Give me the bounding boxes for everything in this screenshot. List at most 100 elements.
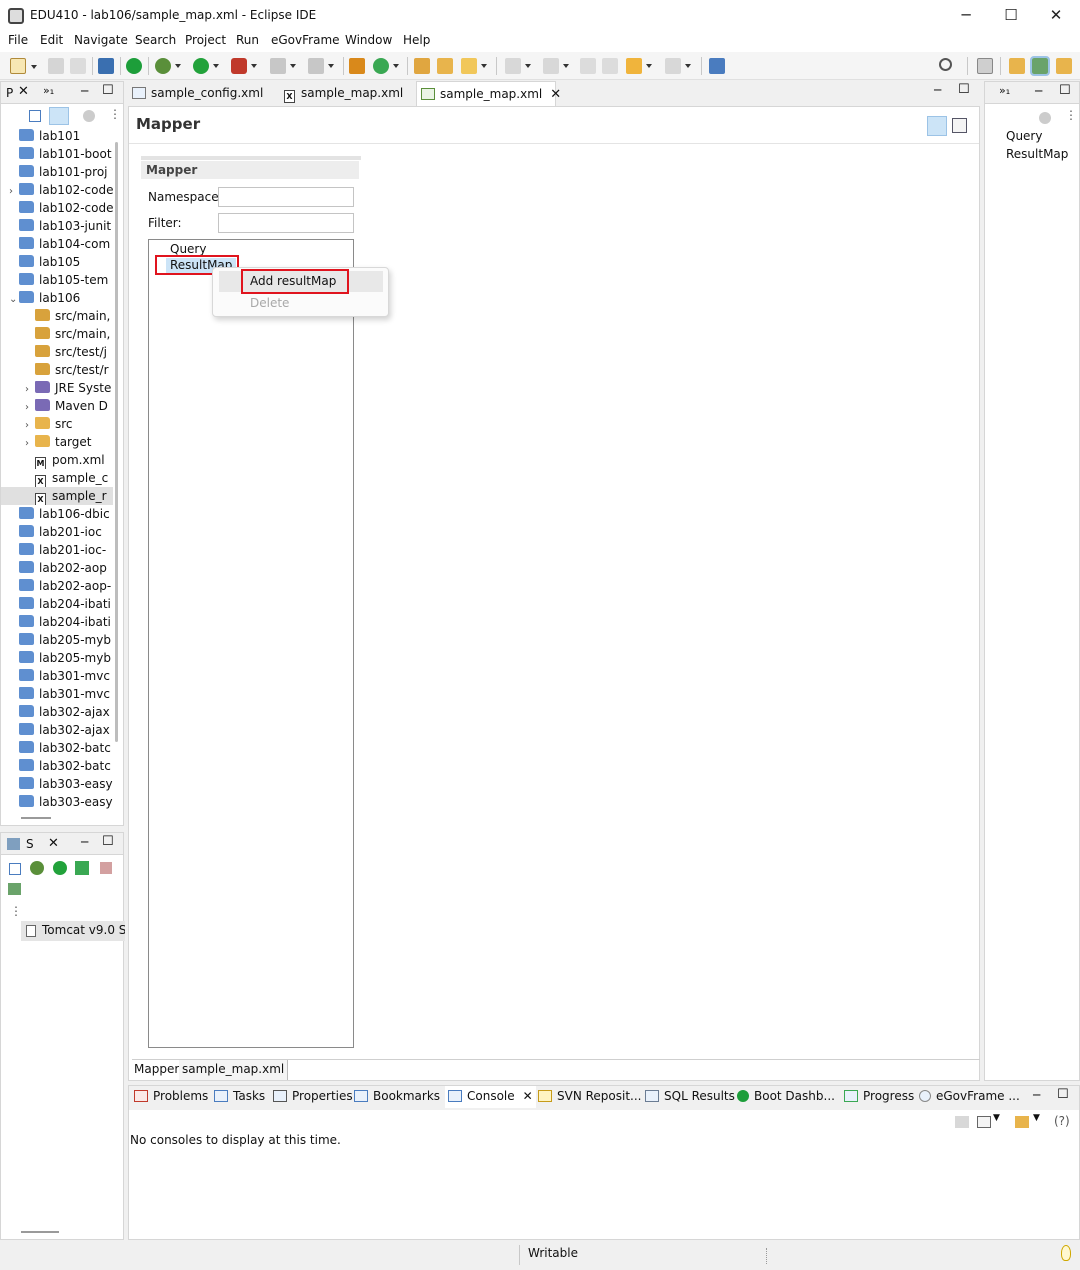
tab-source-page[interactable]: sample_map.xml [179,1060,289,1080]
chevron-down-icon[interactable]: ⌄ [9,291,19,307]
tree-item[interactable]: Mpom.xml [1,451,113,469]
tab-sample-map-active[interactable]: sample_map.xml ✕ [416,81,561,106]
tab-console[interactable]: Console ✕ [445,1086,536,1108]
view-menu-icon[interactable]: ⋮ [1065,108,1077,122]
forward-edit-icon[interactable] [602,58,618,74]
collapse-all-icon[interactable] [29,110,41,122]
menu-edit[interactable]: Edit [40,33,63,47]
forward-icon[interactable] [665,58,691,74]
tree-item-query[interactable]: Query [170,242,206,256]
maximize-button[interactable]: ☐ [988,0,1034,32]
deploy-icon[interactable] [308,58,334,74]
profile-server-icon[interactable] [75,861,89,875]
chevron-right-icon[interactable]: › [25,435,35,451]
open-console-icon[interactable] [1015,1116,1029,1128]
boot-start-icon[interactable] [126,58,142,74]
tree-item[interactable]: › lab102-code [1,181,113,199]
new-java-class-icon[interactable] [373,58,399,74]
next-annotation-icon[interactable] [505,58,531,74]
perspective-switch-icon[interactable] [977,58,993,74]
maximize-view-icon[interactable]: ☐ [958,82,970,97]
project-explorer-tab[interactable]: P [6,86,13,100]
run-external-icon[interactable] [231,58,257,74]
menu-egovframe[interactable]: eGovFrame [271,33,340,47]
tree-item[interactable]: src/main, [1,325,113,343]
tab-problems[interactable]: Problems [134,1086,208,1108]
tree-item[interactable]: lab106-dbic [1,505,113,523]
publish-icon[interactable] [8,883,21,895]
tab-properties[interactable]: Properties [273,1086,353,1108]
open-resource-icon[interactable] [437,58,453,74]
display-console-icon[interactable] [977,1116,991,1128]
tree-item[interactable]: lab105-tem [1,271,113,289]
tab-mapper-page[interactable]: Mapper [132,1060,183,1080]
pin-console-icon[interactable] [955,1116,969,1128]
menu-navigate[interactable]: Navigate [74,33,128,47]
close-icon[interactable]: ✕ [18,84,29,99]
menu-project[interactable]: Project [185,33,226,47]
chevron-down-icon[interactable]: ▼ [1033,1113,1040,1123]
tip-lightbulb-icon[interactable] [1061,1245,1071,1261]
minimize-view-icon[interactable]: ─ [1033,1088,1040,1102]
tab-sample-config[interactable]: sample_config.xml [128,81,278,106]
search-icon[interactable] [939,58,952,71]
filter-icon[interactable] [1039,112,1051,124]
tree-item[interactable]: src/test/r [1,361,113,379]
chevron-right-icon[interactable]: › [25,399,35,415]
last-edit-icon[interactable] [580,58,596,74]
maximize-view-icon[interactable]: ☐ [1059,83,1071,98]
link-with-editor-icon[interactable] [49,107,69,125]
tree-item[interactable]: lab205-myb [1,631,113,649]
chevron-right-icon[interactable]: › [9,183,19,199]
minimize-view-icon[interactable]: ─ [81,84,88,98]
java-ee-perspective-icon[interactable] [1009,58,1025,74]
open-perspective-icon[interactable] [709,58,725,74]
tab-bookmarks[interactable]: Bookmarks [354,1086,440,1108]
minimize-view-icon[interactable]: ─ [1035,84,1042,98]
close-window-button[interactable]: ✕ [1033,0,1079,32]
tab-tasks[interactable]: Tasks [214,1086,265,1108]
vertical-layout-icon[interactable] [952,118,967,133]
tree-item[interactable]: › src [1,415,113,433]
namespace-input[interactable] [218,187,354,207]
tree-item[interactable]: lab103-junit [1,217,113,235]
maximize-view-icon[interactable]: ☐ [1057,1087,1069,1102]
menu-help[interactable]: Help [403,33,430,47]
menu-file[interactable]: File [8,33,28,47]
horizontal-layout-icon[interactable] [927,116,947,136]
package-icon[interactable] [349,58,365,74]
tab-boot-dashboard[interactable]: Boot Dashb... [737,1086,835,1108]
tree-item[interactable]: src/test/j [1,343,113,361]
tree-item[interactable]: lab204-ibati [1,613,113,631]
vertical-scrollbar[interactable] [115,142,118,742]
tree-item[interactable]: lab302-batc [1,757,113,775]
more-views-tab[interactable]: »₁ [999,84,1010,97]
filter-input[interactable] [218,213,354,233]
outline-item-resultmap[interactable]: ResultMap [1006,147,1068,161]
minimize-view-icon[interactable]: ─ [934,83,941,97]
tree-item[interactable]: › Maven D [1,397,113,415]
tab-sample-map[interactable]: Xsample_map.xml [280,81,416,106]
tree-item[interactable]: lab105 [1,253,113,271]
stop-icon[interactable] [270,58,296,74]
tree-item[interactable]: lab201-ioc [1,523,113,541]
close-icon[interactable]: ✕ [550,87,561,102]
view-menu-icon[interactable]: ⋮ [109,107,121,121]
debug-server-icon[interactable] [30,861,44,875]
servers-tab[interactable]: S [26,837,34,851]
tree-item[interactable]: Xsample_r [1,487,113,505]
chevron-right-icon[interactable]: › [25,381,35,397]
tree-item[interactable]: › JRE Syste [1,379,113,397]
tree-item[interactable]: ⌄ lab106 [1,289,113,307]
horizontal-scrollbar[interactable] [21,817,51,819]
tree-item[interactable]: lab303-easy [1,775,113,793]
back-icon[interactable] [626,58,652,74]
debug-icon[interactable] [155,58,181,74]
tree-item[interactable]: lab302-ajax [1,721,113,739]
tree-item[interactable]: lab301-mvc [1,685,113,703]
maximize-view-icon[interactable]: ☐ [102,834,114,849]
tree-item[interactable]: lab303-easy [1,793,113,811]
horizontal-scrollbar[interactable] [21,1231,59,1233]
pen-icon[interactable] [461,58,487,74]
outline-item-query[interactable]: Query [1006,129,1042,143]
